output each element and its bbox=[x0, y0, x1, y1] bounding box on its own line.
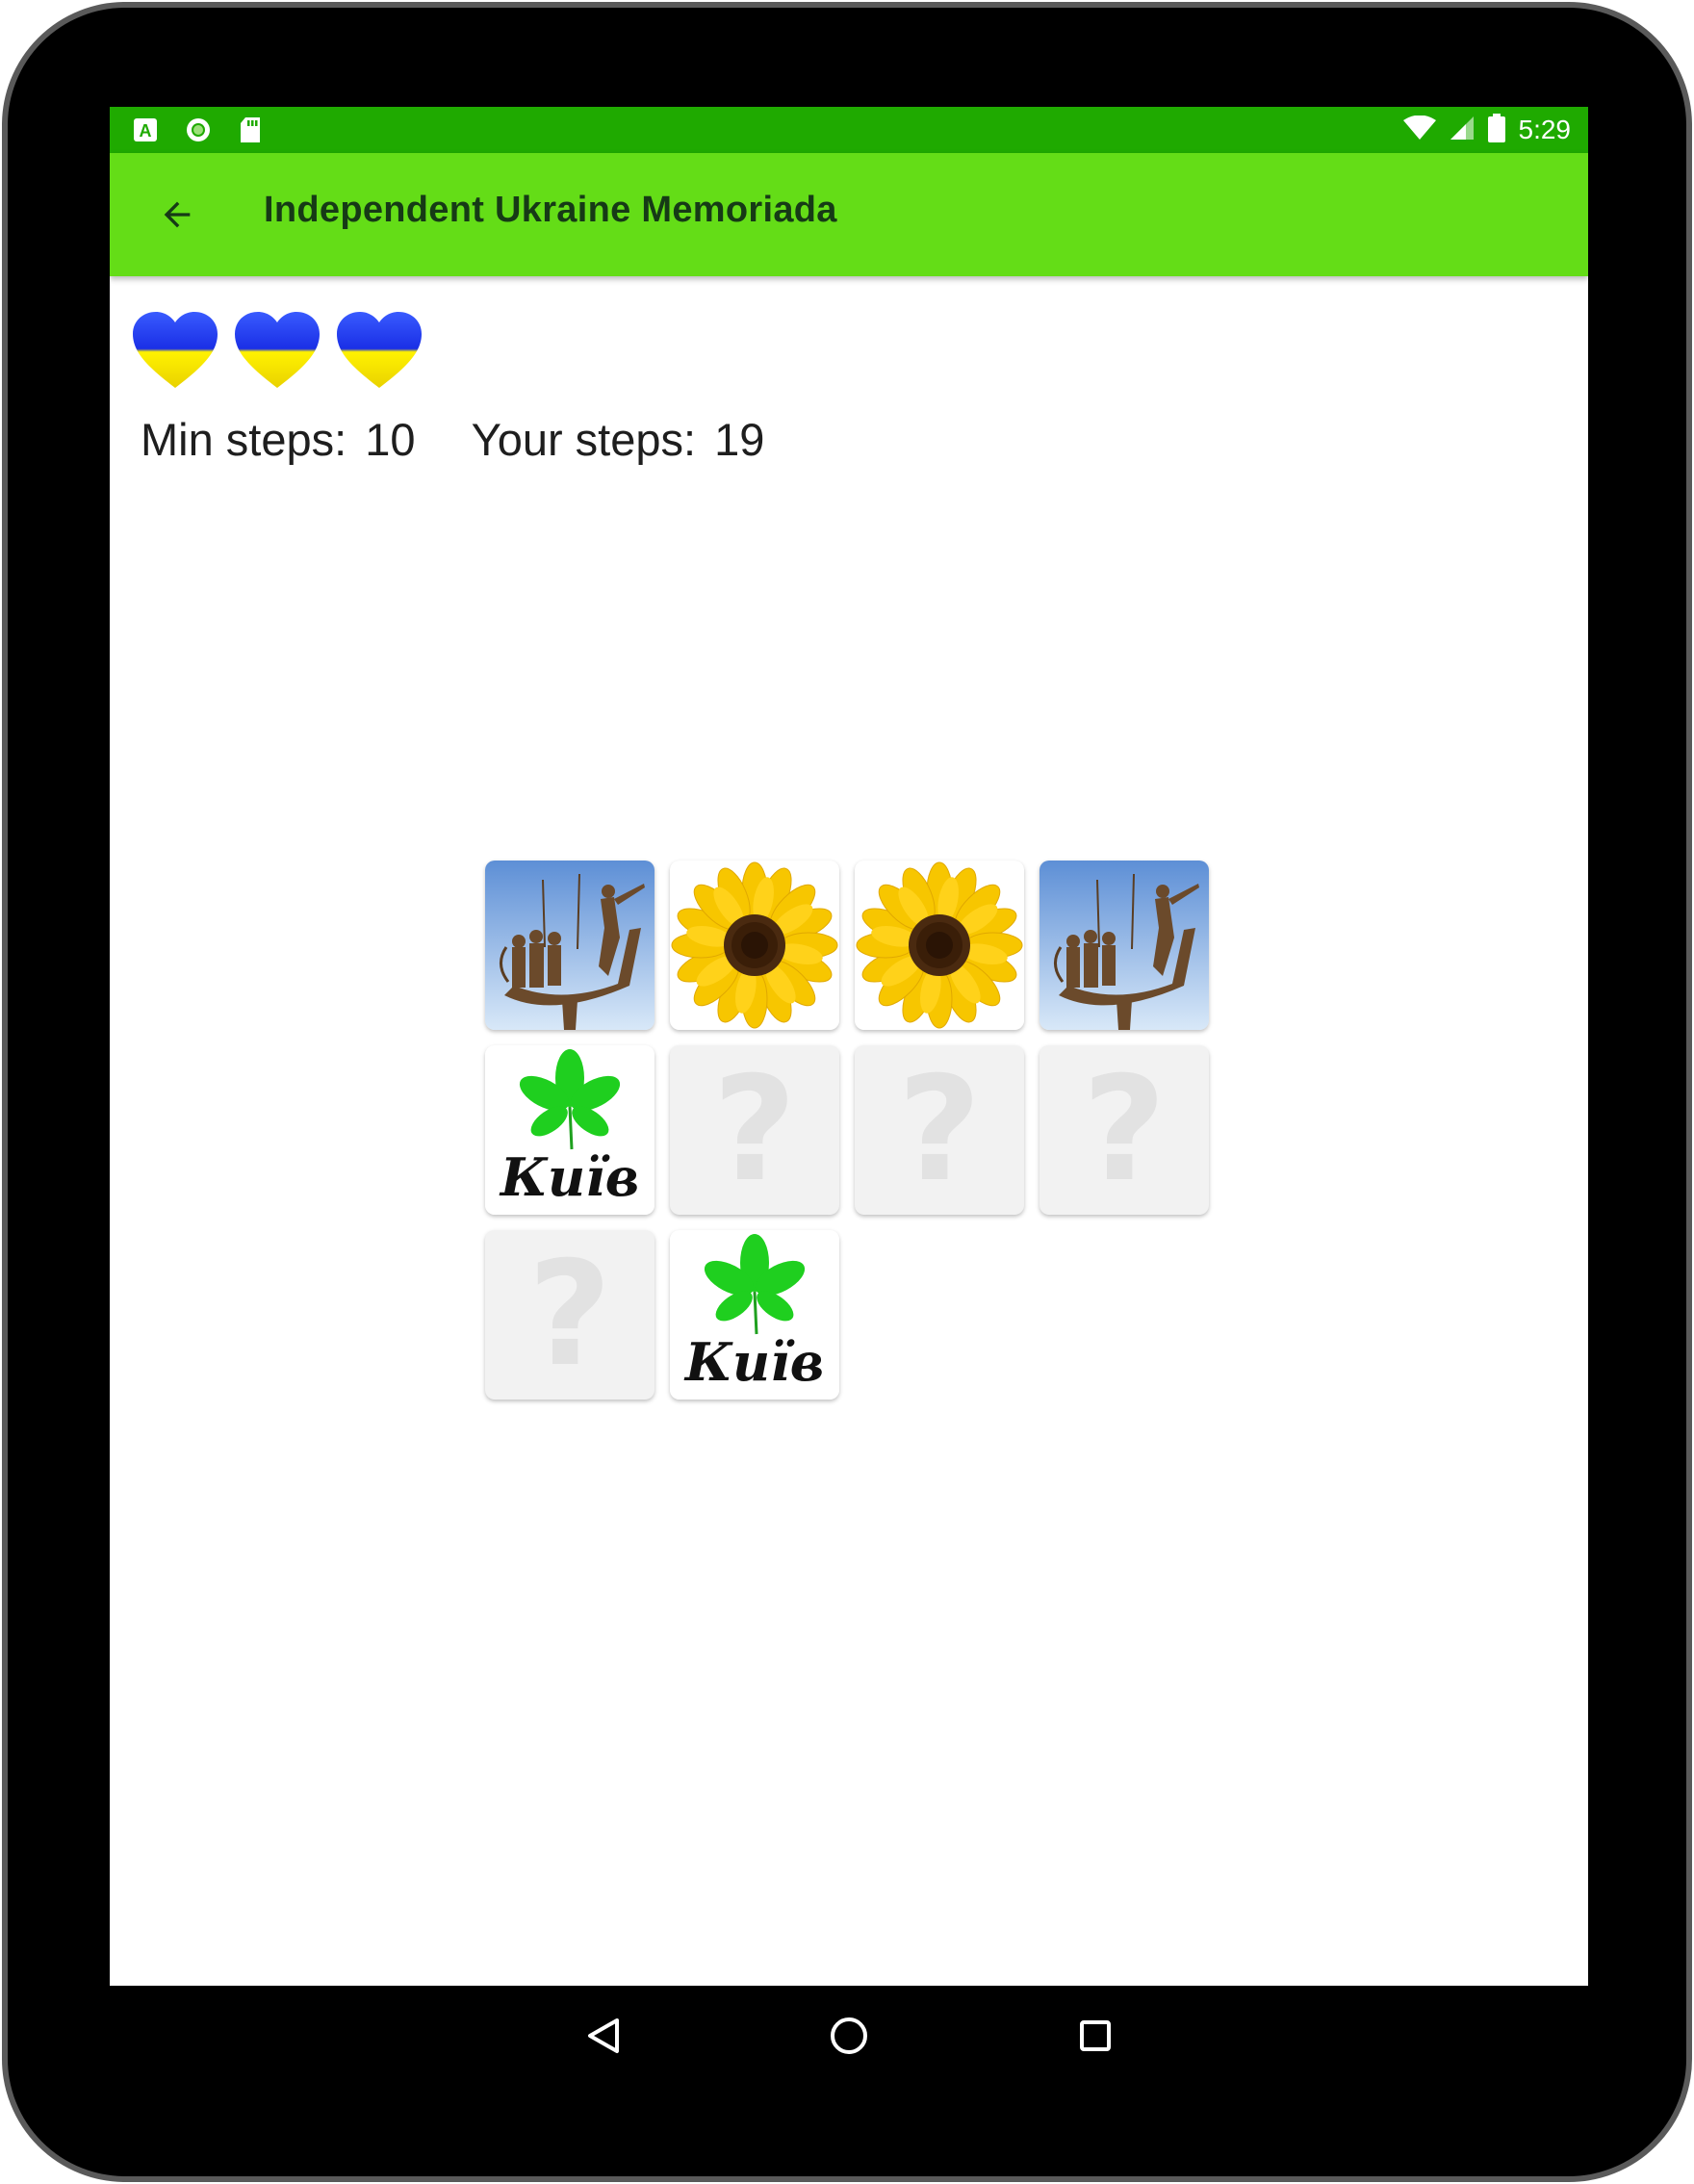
kyiv-logo-text: Київ bbox=[499, 1146, 639, 1208]
memory-card-hidden[interactable]: ? bbox=[1040, 1045, 1209, 1215]
memory-card-hidden[interactable]: ? bbox=[485, 1230, 654, 1400]
memory-card-hidden[interactable]: ? bbox=[670, 1045, 839, 1215]
your-steps-label: Your steps: bbox=[471, 414, 697, 465]
status-bar: A 5:29 bbox=[110, 107, 1588, 153]
nav-recents-button[interactable] bbox=[1066, 2007, 1124, 2065]
question-mark-icon: ? bbox=[897, 1046, 982, 1214]
question-mark-icon: ? bbox=[527, 1231, 612, 1399]
question-mark-icon: ? bbox=[712, 1046, 797, 1214]
memory-card-kyiv-monument[interactable] bbox=[1040, 861, 1209, 1030]
your-steps-value: 19 bbox=[714, 414, 765, 465]
signal-icon bbox=[1450, 116, 1475, 145]
sd-card-icon bbox=[239, 116, 262, 148]
steps-counter: Min steps: 10 Your steps: 19 bbox=[141, 413, 764, 466]
memory-card-kyiv-monument[interactable] bbox=[485, 861, 654, 1030]
memory-card-sunflower[interactable] bbox=[855, 861, 1024, 1030]
ukraine-heart-icon bbox=[337, 312, 422, 388]
nav-recents-icon bbox=[1080, 2020, 1111, 2051]
ukraine-heart-icon bbox=[133, 312, 218, 388]
nav-home-icon bbox=[831, 2017, 867, 2054]
lives-indicator bbox=[131, 311, 424, 390]
system-nav-bar bbox=[110, 1986, 1588, 2082]
memory-card-hidden[interactable]: ? bbox=[855, 1045, 1024, 1215]
page-title: Independent Ukraine Memoriada bbox=[264, 190, 837, 230]
a-notification-icon: A bbox=[133, 117, 158, 147]
app-bar: Independent Ukraine Memoriada bbox=[110, 153, 1588, 276]
question-mark-icon: ? bbox=[1082, 1046, 1167, 1214]
nav-home-button[interactable] bbox=[820, 2007, 878, 2065]
svg-text:A: A bbox=[140, 121, 152, 141]
memory-card-kyiv-logo[interactable]: Київ bbox=[485, 1045, 654, 1215]
ukraine-heart-icon bbox=[235, 312, 320, 388]
app-screen: A 5:29 Independent Ukraine Memoriada Min… bbox=[110, 107, 1588, 1986]
min-steps-label: Min steps: bbox=[141, 414, 347, 465]
kyiv-logo-text: Київ bbox=[683, 1331, 824, 1393]
memory-card-kyiv-logo[interactable]: Київ bbox=[670, 1230, 839, 1400]
arrow-back-icon bbox=[164, 201, 191, 228]
nav-back-icon bbox=[588, 2018, 619, 2053]
battery-icon bbox=[1487, 113, 1505, 147]
min-steps-value: 10 bbox=[365, 414, 416, 465]
clock: 5:29 bbox=[1518, 115, 1572, 144]
wifi-icon bbox=[1402, 115, 1436, 145]
nav-back-button[interactable] bbox=[575, 2007, 632, 2065]
circle-notification-icon bbox=[185, 116, 212, 148]
back-button[interactable] bbox=[148, 186, 206, 244]
memory-card-sunflower[interactable] bbox=[670, 861, 839, 1030]
